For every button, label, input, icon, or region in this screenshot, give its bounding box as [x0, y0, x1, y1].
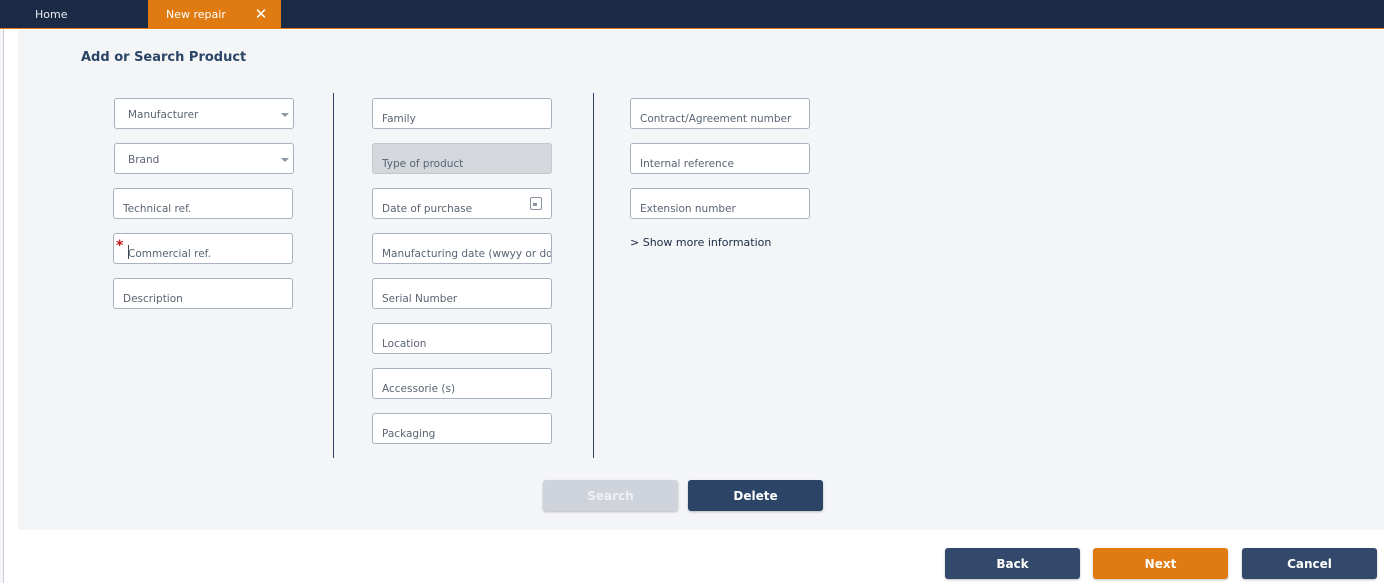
family-input[interactable] — [373, 99, 551, 128]
extension-number-field[interactable] — [630, 188, 810, 219]
serial-number-input[interactable] — [373, 279, 551, 308]
product-panel: Add or Search Product * — [18, 30, 1384, 530]
tab-home[interactable]: Home — [35, 0, 67, 28]
date-of-purchase-field[interactable] — [372, 188, 552, 219]
column-divider — [593, 93, 594, 458]
tab-underline — [0, 28, 1384, 29]
description-input[interactable] — [114, 279, 292, 308]
tab-new-repair-label: New repair — [166, 7, 226, 21]
chevron-down-icon — [281, 113, 289, 117]
contract-number-field[interactable] — [630, 98, 810, 129]
page-title: Add or Search Product — [81, 50, 247, 65]
brand-select[interactable] — [114, 143, 294, 174]
text-cursor — [128, 245, 129, 259]
chevron-down-icon — [281, 158, 289, 162]
accessories-field[interactable] — [372, 368, 552, 399]
column-divider — [333, 93, 334, 458]
tab-new-repair[interactable]: New repair ✕ — [148, 0, 281, 28]
serial-number-field[interactable] — [372, 278, 552, 309]
internal-reference-field[interactable] — [630, 143, 810, 174]
close-icon[interactable]: ✕ — [253, 6, 269, 22]
next-button[interactable]: Next — [1093, 548, 1228, 579]
manufacturing-date-input[interactable] — [373, 234, 551, 263]
manufacturer-select[interactable] — [114, 98, 294, 129]
commercial-ref-field[interactable]: * — [113, 233, 293, 264]
accessories-input[interactable] — [373, 369, 551, 398]
left-edge-panel — [0, 29, 4, 583]
packaging-input[interactable] — [373, 414, 551, 443]
brand-input[interactable] — [115, 144, 293, 173]
location-field[interactable] — [372, 323, 552, 354]
cancel-button[interactable]: Cancel — [1242, 548, 1377, 579]
delete-button[interactable]: Delete — [688, 480, 823, 511]
family-field[interactable] — [372, 98, 552, 129]
location-input[interactable] — [373, 324, 551, 353]
technical-ref-field[interactable] — [113, 188, 293, 219]
commercial-ref-input[interactable] — [114, 234, 292, 263]
search-button[interactable]: Search — [543, 480, 678, 511]
date-of-purchase-input[interactable] — [373, 189, 551, 218]
show-more-link[interactable]: > Show more information — [630, 236, 771, 249]
tab-bar: Home New repair ✕ — [0, 0, 1384, 28]
contract-number-input[interactable] — [631, 99, 809, 128]
manufacturer-input[interactable] — [115, 99, 293, 128]
calendar-icon[interactable] — [530, 197, 542, 210]
technical-ref-input[interactable] — [114, 189, 292, 218]
type-of-product-input — [373, 144, 551, 173]
extension-number-input[interactable] — [631, 189, 809, 218]
internal-reference-input[interactable] — [631, 144, 809, 173]
description-field[interactable] — [113, 278, 293, 309]
packaging-field[interactable] — [372, 413, 552, 444]
back-button[interactable]: Back — [945, 548, 1080, 579]
manufacturing-date-field[interactable] — [372, 233, 552, 264]
type-of-product-field — [372, 143, 552, 174]
